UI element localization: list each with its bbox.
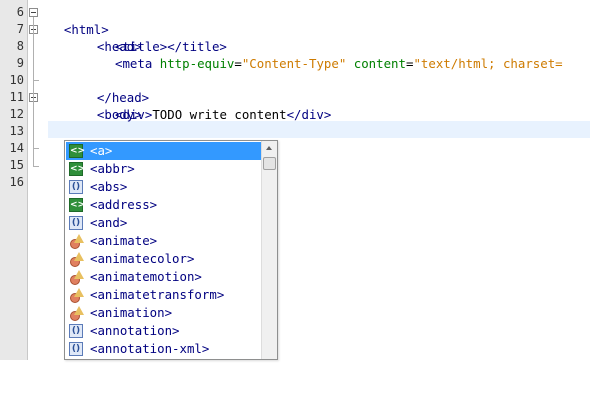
completion-item[interactable]: <abs> — [66, 178, 261, 196]
attr-value-charset: "text/html; charset= — [413, 56, 563, 71]
tag-div-close: </div> — [286, 107, 332, 122]
line-number: 11 — [9, 90, 24, 104]
tag-title-open: <title> — [115, 39, 168, 54]
code-line-10[interactable]: </head> — [82, 72, 149, 105]
line-number: 9 — [16, 56, 24, 70]
completion-item[interactable]: <a> — [66, 142, 261, 160]
scrollbar-thumb[interactable] — [263, 157, 276, 170]
line-number: 7 — [16, 22, 24, 36]
tag-meta: <meta — [115, 56, 160, 71]
code-line-7[interactable]: <head> — [82, 21, 142, 54]
code-line-8[interactable]: <title></title> — [115, 38, 227, 55]
completion-item[interactable]: <animate> — [66, 232, 261, 250]
completion-item[interactable]: <animatemotion> — [66, 268, 261, 286]
svg-tag-icon — [69, 306, 84, 321]
code-line-6[interactable]: <html> — [49, 4, 109, 37]
html-tag-icon — [69, 143, 83, 159]
completion-scrollbar[interactable] — [261, 141, 277, 359]
line-number: 12 — [9, 107, 24, 121]
completion-item[interactable]: <abbr> — [66, 160, 261, 178]
line-number: 15 — [9, 158, 24, 172]
completion-item[interactable]: <annotation> — [66, 322, 261, 340]
line-number-gutter: 6 7 8 9 10 11 12 13 14 15 16 — [0, 0, 28, 360]
code-line-9[interactable]: <meta http-equiv="Content-Type" content=… — [115, 55, 563, 72]
line-number: 13 — [9, 124, 24, 138]
code-line-12[interactable]: <div>TODO write content</div> — [115, 106, 331, 123]
attr-http-equiv: http-equiv — [159, 56, 235, 71]
scroll-up-arrow-icon[interactable] — [262, 141, 277, 156]
mathml-tag-icon — [69, 179, 83, 195]
fold-end-body — [33, 148, 39, 149]
equals-sign: = — [234, 56, 242, 71]
line-number: 8 — [16, 39, 24, 53]
line-number: 16 — [9, 175, 24, 189]
current-line-highlight — [48, 121, 590, 138]
div-text: TODO write content — [152, 107, 287, 122]
html-tag-icon — [69, 161, 83, 177]
tag-div-open: <div> — [115, 107, 153, 122]
svg-tag-icon — [69, 252, 84, 267]
html-tag-icon — [69, 197, 83, 213]
code-line-11[interactable]: <body> — [82, 89, 142, 122]
attr-value-content-type: "Content-Type" — [241, 56, 347, 71]
fold-guide-html — [33, 17, 34, 167]
completion-item[interactable]: <animatetransform> — [66, 286, 261, 304]
line-number: 14 — [9, 141, 24, 155]
svg-tag-icon — [69, 234, 84, 249]
mathml-tag-icon — [69, 323, 83, 339]
svg-tag-icon — [69, 288, 84, 303]
completion-item[interactable]: <animatecolor> — [66, 250, 261, 268]
mathml-tag-icon — [69, 341, 83, 357]
fold-toggle-html[interactable] — [29, 8, 38, 17]
tag-title-close: </title> — [167, 39, 227, 54]
completion-item[interactable]: <and> — [66, 214, 261, 232]
fold-end-html — [33, 166, 39, 167]
mathml-tag-icon — [69, 215, 83, 231]
svg-tag-icon — [69, 270, 84, 285]
attr-content: content — [353, 56, 406, 71]
completion-item[interactable]: <address> — [66, 196, 261, 214]
line-number: 6 — [16, 5, 24, 19]
code-completion-popup[interactable]: <a> <abbr> <abs> <address> <and> <animat… — [64, 140, 278, 360]
fold-end-head — [33, 80, 39, 81]
completion-item[interactable]: <animation> — [66, 304, 261, 322]
completion-item[interactable]: <annotation-xml> — [66, 340, 261, 358]
line-number: 10 — [9, 73, 24, 87]
code-line-13[interactable]: < — [82, 123, 104, 156]
